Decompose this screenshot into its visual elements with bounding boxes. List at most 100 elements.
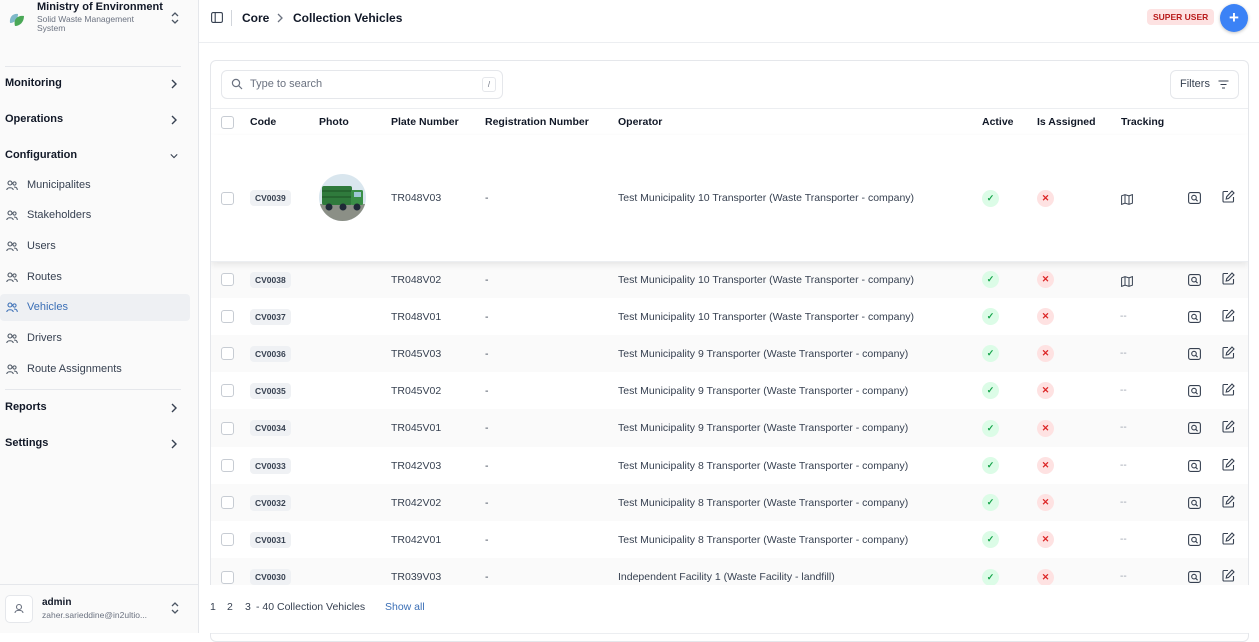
column-header-code[interactable]: Code [250,116,276,128]
column-header-active[interactable]: Active [982,116,1014,128]
view-details-icon[interactable] [1188,570,1201,583]
table-row[interactable]: CV0034 TR045V01 - Test Municipality 9 Trans… [211,409,1248,448]
page-2-link[interactable]: 2 [227,601,233,613]
view-details-icon[interactable] [1188,421,1201,434]
registration-number-cell: - [485,273,489,286]
row-checkbox[interactable] [221,310,234,323]
table-row[interactable]: CV0038 TR048V02 - Test Municipality 10 Tran… [211,261,1248,299]
map-icon[interactable] [1121,192,1133,206]
sidebar-item-drivers[interactable]: Drivers [0,325,190,352]
column-header-operator[interactable]: Operator [618,116,662,128]
view-details-icon[interactable] [1188,347,1201,360]
sidebar: Ministry of Environment Solid Waste Mana… [0,0,199,633]
check-icon: ✓ [982,271,999,288]
table-row[interactable]: CV0037 TR048V01 - Test Municipality 10 Tran… [211,298,1248,336]
view-details-icon[interactable] [1188,496,1201,509]
column-header-is-assigned[interactable]: Is Assigned [1037,116,1096,128]
add-vehicle-button[interactable]: + [1220,4,1248,32]
sidebar-item-label: Users [27,240,56,252]
table-row[interactable]: CV0035 TR045V02 - Test Municipality 9 Trans… [211,372,1248,410]
sidebar-item-users[interactable]: Users [0,233,190,260]
row-checkbox[interactable] [221,347,234,360]
nav-group-reports[interactable]: Reports [0,395,190,421]
nav-group-monitoring[interactable]: Monitoring [0,71,190,97]
sidebar-item-municipalites[interactable]: Municipalites [0,172,190,199]
edit-icon[interactable] [1222,531,1235,545]
edit-icon[interactable] [1222,494,1235,508]
sidebar-toggle-icon[interactable] [211,12,223,23]
tracking-empty: -- [1120,347,1127,359]
plate-number-cell: TR039V03 [391,571,442,583]
table-row[interactable]: CV0032 TR042V02 - Test Municipality 8 Trans… [211,484,1248,522]
users-icon [6,333,18,344]
search-input[interactable] [250,75,475,93]
sidebar-item-routes[interactable]: Routes [0,264,190,291]
check-icon: ✓ [982,382,999,399]
plate-number-cell: TR048V01 [391,310,442,323]
select-all-checkbox[interactable] [221,116,234,129]
row-checkbox[interactable] [221,421,234,435]
chevrons-up-down-icon[interactable] [170,10,180,26]
table-row[interactable]: CV0036 TR045V03 - Test Municipality 9 Trans… [211,335,1248,373]
view-details-icon[interactable] [1188,310,1201,323]
row-checkbox[interactable] [221,191,234,205]
view-details-icon[interactable] [1188,384,1201,397]
user-menu[interactable]: admin zaher.sarieddine@in2ultio... [0,584,198,634]
view-details-icon[interactable] [1188,273,1201,286]
edit-icon[interactable] [1222,345,1235,359]
filters-label: Filters [1180,78,1210,90]
page-1-link[interactable]: 1 [210,601,216,613]
plus-icon: + [1229,8,1239,27]
vehicles-table-card: / Filters Code Photo Plate Number Regist… [210,60,1249,642]
show-all-link[interactable]: Show all [385,601,425,613]
view-details-icon[interactable] [1188,459,1201,472]
edit-icon[interactable] [1222,457,1235,471]
edit-icon[interactable] [1222,569,1235,582]
edit-icon[interactable] [1222,382,1235,396]
row-checkbox[interactable] [221,384,234,397]
map-icon[interactable] [1121,274,1133,287]
row-checkbox[interactable] [221,533,234,546]
table-row[interactable]: CV0031 TR042V01 - Test Municipality 8 Trans… [211,521,1248,559]
org-switcher[interactable]: Ministry of Environment Solid Waste Mana… [0,0,198,42]
sidebar-item-stakeholders[interactable]: Stakeholders [0,202,190,229]
column-header-plate-number[interactable]: Plate Number [391,116,459,128]
view-details-icon[interactable] [1188,533,1201,546]
edit-icon[interactable] [1222,190,1235,203]
nav-group-operations[interactable]: Operations [0,107,190,133]
edit-icon[interactable] [1222,420,1235,433]
search-icon [231,78,243,90]
row-checkbox[interactable] [221,273,234,286]
edit-icon[interactable] [1222,271,1235,285]
check-icon: ✓ [982,494,999,511]
edit-icon[interactable] [1222,308,1235,322]
chevron-right-icon [277,13,283,23]
sidebar-item-vehicles[interactable]: Vehicles [0,294,190,321]
column-header-registration-number[interactable]: Registration Number [485,116,589,128]
row-checkbox[interactable] [221,570,234,584]
row-checkbox[interactable] [221,496,234,509]
sidebar-item-route-assignments[interactable]: Route Assignments [0,356,190,383]
operator-cell: Test Municipality 10 Transporter (Waste … [618,273,915,286]
tracking-empty: -- [1120,459,1127,471]
table-row[interactable]: CV0039 TR048V03 - Test Municipality 10 Tran… [211,135,1248,262]
vehicle-photo[interactable] [319,174,366,221]
vehicle-code-badge: CV0038 [250,271,291,288]
chevrons-up-down-icon[interactable] [170,600,180,616]
search-box[interactable]: / [221,70,503,99]
table-row[interactable]: CV0033 TR042V03 - Test Municipality 8 Trans… [211,447,1248,485]
filters-button[interactable]: Filters [1170,70,1239,99]
view-details-icon[interactable] [1188,191,1201,204]
nav-group-configuration[interactable]: Configuration [0,143,190,169]
plate-number-cell: TR045V03 [391,347,442,360]
divider [231,10,232,26]
breadcrumb-core[interactable]: Core [242,11,269,25]
page-3-link[interactable]: 3 [245,601,251,613]
nav-group-settings[interactable]: Settings [0,431,190,457]
org-subtitle: Solid Waste Management System [37,14,135,33]
table-header: Code Photo Plate Number Registration Num… [211,108,1248,136]
sidebar-item-label: Routes [27,271,62,283]
registration-number-cell: - [485,384,489,397]
avatar [5,595,33,623]
row-checkbox[interactable] [221,459,234,472]
